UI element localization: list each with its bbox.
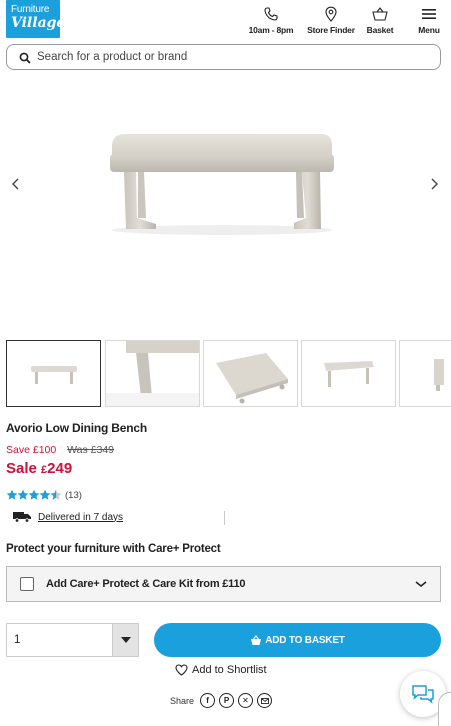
delivery-link[interactable]: Delivered in 7 days (38, 512, 123, 523)
hamburger-menu-icon (422, 9, 436, 19)
add-to-basket-label: ADD TO BASKET (265, 634, 345, 646)
pinterest-icon[interactable]: P (219, 693, 235, 708)
search-input[interactable] (37, 48, 432, 66)
protect-heading: Protect your furniture with Care+ Protec… (6, 543, 221, 555)
search-icon[interactable] (19, 52, 31, 64)
chevron-right-icon[interactable] (426, 176, 442, 192)
thumbnail-image (434, 359, 444, 391)
chevron-left-icon[interactable] (8, 176, 24, 192)
location-pin-icon (325, 6, 337, 22)
search-bar (6, 44, 441, 70)
logo-line-1: Furniture (11, 4, 50, 15)
logo-line-2: Village (11, 15, 66, 31)
thumbnail-1[interactable] (6, 340, 101, 407)
product-title: Avorio Low Dining Bench (6, 421, 147, 435)
thumbnail-image (324, 361, 374, 387)
quantity-select[interactable]: 1 (6, 623, 139, 657)
sale-price: Sale £249 (6, 460, 72, 477)
chevron-down-icon[interactable] (415, 579, 427, 589)
review-count[interactable]: (13) (65, 490, 82, 501)
phone-icon (264, 7, 278, 21)
add-to-basket-button[interactable]: ADD TO BASKET (154, 623, 441, 657)
basket-icon (251, 634, 262, 645)
thumbnail-2[interactable] (105, 340, 200, 407)
share-bar: Share f P ✕ (170, 693, 276, 708)
care-protect-label: Add Care+ Protect & Care Kit from £110 (46, 578, 246, 590)
thumbnail-strip (6, 340, 451, 408)
x-icon[interactable]: ✕ (238, 693, 254, 708)
caret-down-icon (121, 637, 131, 643)
was-price: Was £349 (67, 444, 115, 456)
thumbnail-image (106, 341, 199, 406)
share-label: Share (170, 695, 195, 706)
add-to-shortlist-link[interactable]: Add to Shortlist (175, 664, 267, 676)
shortlist-label: Add to Shortlist (192, 664, 267, 676)
store-finder-label: Store Finder (307, 25, 355, 35)
thumbnail-4[interactable] (301, 340, 396, 407)
product-main-image[interactable] (0, 80, 451, 330)
thumbnail-5[interactable] (399, 340, 451, 407)
care-protect-option[interactable]: Add Care+ Protect & Care Kit from £110 (6, 566, 441, 602)
phone-hours-label: 10am - 8pm (248, 25, 294, 35)
facebook-icon[interactable]: f (200, 693, 216, 708)
page-corner-tab (438, 692, 451, 726)
menu-label: Menu (418, 25, 440, 35)
sale-amount: 249 (47, 460, 73, 477)
thumbnail-image (216, 353, 288, 404)
email-icon[interactable] (257, 693, 273, 708)
thumbnail-3[interactable] (203, 340, 298, 407)
thumbnail-image (31, 366, 77, 384)
phone-hours-link[interactable]: 10am - 8pm (247, 6, 295, 35)
star-icon (50, 489, 62, 500)
basket-link[interactable]: Basket (364, 6, 396, 35)
heart-icon (175, 664, 188, 676)
sale-label: Sale (6, 460, 37, 477)
price-savings: Save £100 Was £349 (6, 444, 114, 456)
divider (224, 511, 225, 525)
basket-label: Basket (366, 25, 394, 35)
store-finder-link[interactable]: Store Finder (304, 6, 358, 35)
quantity-value: 1 (14, 634, 21, 646)
chat-bubble-icon (412, 685, 434, 704)
save-amount: Save £100 (6, 444, 57, 456)
menu-button[interactable]: Menu (414, 6, 444, 35)
quantity-dropdown-toggle[interactable] (112, 624, 138, 656)
delivery-truck-icon (13, 512, 31, 523)
site-logo[interactable]: Furniture Village (6, 0, 65, 38)
product-rating[interactable]: (13) (6, 489, 82, 501)
site-header: Furniture Village 10am - 8pm Store Finde… (0, 0, 451, 40)
star-rating (6, 489, 62, 501)
bench-image (110, 134, 334, 235)
care-protect-checkbox[interactable] (20, 577, 34, 591)
delivery-info: Delivered in 7 days (12, 511, 123, 523)
basket-icon (372, 7, 388, 21)
